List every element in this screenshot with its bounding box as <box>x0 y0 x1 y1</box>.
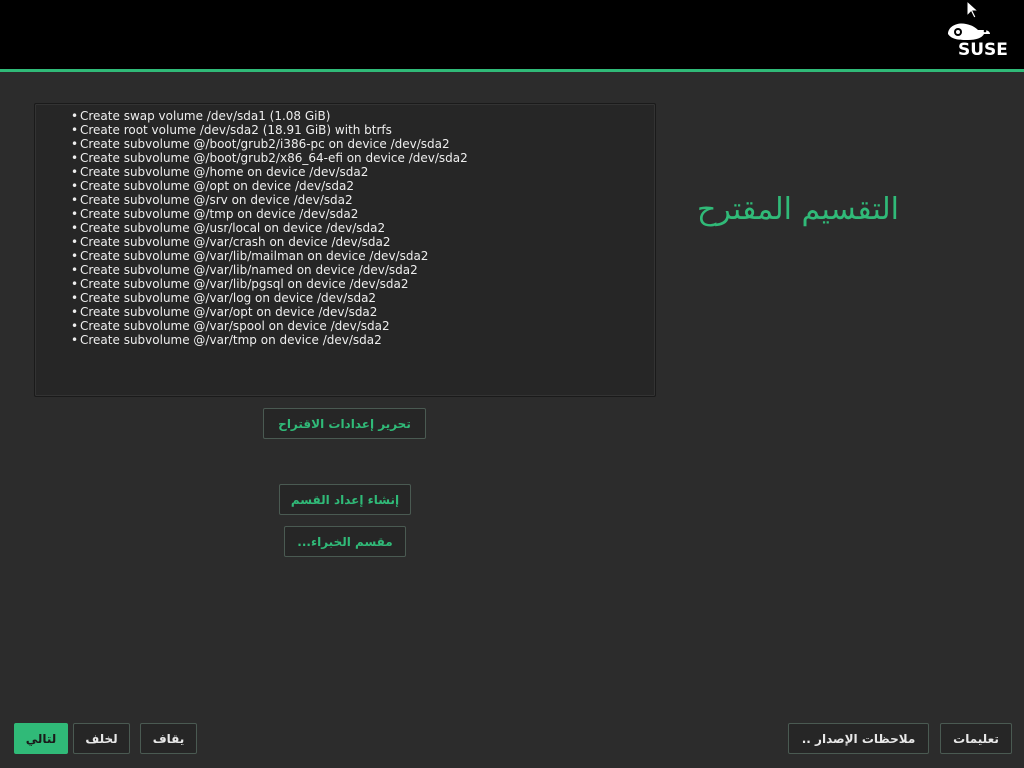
proposal-item-text: Create subvolume @/var/crash on device /… <box>80 235 391 249</box>
proposal-item-text: Create subvolume @/var/opt on device /de… <box>80 305 378 319</box>
proposal-list-item: • Create subvolume @/tmp on device /dev/s… <box>71 207 655 221</box>
proposal-item-text: Create subvolume @/home on device /dev/s… <box>80 165 369 179</box>
proposal-list-item: • Create swap volume /dev/sda1 (1.08 GiB) <box>71 109 655 123</box>
proposal-item-text: Create subvolume @/var/lib/named on devi… <box>80 263 418 277</box>
bullet-icon: • <box>71 221 79 235</box>
bullet-icon: • <box>71 151 79 165</box>
back-button[interactable]: لخلف <box>73 723 130 754</box>
proposal-list-item: • Create subvolume @/boot/grub2/x86_64-ef… <box>71 151 655 165</box>
proposal-list-item: • Create subvolume @/var/lib/pgsql on dev… <box>71 277 655 291</box>
proposal-list-item: • Create subvolume @/srv on device /dev/s… <box>71 193 655 207</box>
proposal-list-item: • Create subvolume @/home on device /dev/… <box>71 165 655 179</box>
proposal-item-text: Create subvolume @/var/log on device /de… <box>80 291 377 305</box>
bullet-icon: • <box>71 137 79 151</box>
bullet-icon: • <box>71 277 79 291</box>
proposal-list-item: • Create subvolume @/var/log on device /d… <box>71 291 655 305</box>
page-title: التقسيم المقترح <box>697 192 899 227</box>
proposal-list-item: • Create subvolume @/var/spool on device … <box>71 319 655 333</box>
proposal-item-text: Create subvolume @/var/tmp on device /de… <box>80 333 382 347</box>
release-notes-button[interactable]: ملاحظات الإصدار .. <box>788 723 929 754</box>
proposal-item-text: Create subvolume @/boot/grub2/i386-pc on… <box>80 137 450 151</box>
bullet-icon: • <box>71 123 79 137</box>
proposal-list-item: • Create root volume /dev/sda2 (18.91 GiB… <box>71 123 655 137</box>
bullet-icon: • <box>71 109 79 123</box>
next-button[interactable]: لتالي <box>14 723 68 754</box>
header-accent-line <box>0 69 1024 72</box>
proposal-item-text: Create subvolume @/var/lib/mailman on de… <box>80 249 429 263</box>
bullet-icon: • <box>71 193 79 207</box>
header-bar: SUSE <box>0 0 1024 69</box>
proposal-list-item: • Create subvolume @/var/lib/mailman on d… <box>71 249 655 263</box>
proposal-list: • Create swap volume /dev/sda1 (1.08 GiB)… <box>35 104 655 347</box>
expert-partitioner-button[interactable]: مقسم الخبراء... <box>284 526 406 557</box>
proposal-item-text: Create subvolume @/opt on device /dev/sd… <box>80 179 354 193</box>
create-partition-setup-button[interactable]: إنشاء إعداد القسم <box>279 484 411 515</box>
proposal-item-text: Create subvolume @/boot/grub2/x86_64-efi… <box>80 151 468 165</box>
bullet-icon: • <box>71 305 79 319</box>
bullet-icon: • <box>71 333 79 347</box>
proposal-item-text: Create subvolume @/srv on device /dev/sd… <box>80 193 353 207</box>
proposal-list-item: • Create subvolume @/var/tmp on device /d… <box>71 333 655 347</box>
bullet-icon: • <box>71 235 79 249</box>
proposal-item-text: Create subvolume @/usr/local on device /… <box>80 221 386 235</box>
bullet-icon: • <box>71 249 79 263</box>
logo-text: SUSE <box>958 40 1008 58</box>
proposal-list-item: • Create subvolume @/var/opt on device /d… <box>71 305 655 319</box>
bullet-icon: • <box>71 291 79 305</box>
proposal-item-text: Create subvolume @/tmp on device /dev/sd… <box>80 207 359 221</box>
bullet-icon: • <box>71 207 79 221</box>
proposal-item-text: Create swap volume /dev/sda1 (1.08 GiB) <box>80 109 331 123</box>
proposal-list-item: • Create subvolume @/boot/grub2/i386-pc o… <box>71 137 655 151</box>
proposal-list-item: • Create subvolume @/opt on device /dev/s… <box>71 179 655 193</box>
bullet-icon: • <box>71 319 79 333</box>
proposal-list-item: • Create subvolume @/usr/local on device … <box>71 221 655 235</box>
edit-proposal-settings-button[interactable]: تحرير إعدادات الاقتراح <box>263 408 426 439</box>
proposal-item-text: Create subvolume @/var/spool on device /… <box>80 319 390 333</box>
proposal-summary-box[interactable]: • Create swap volume /dev/sda1 (1.08 GiB)… <box>34 103 656 397</box>
mouse-cursor-icon <box>966 0 980 19</box>
proposal-list-item: • Create subvolume @/var/lib/named on dev… <box>71 263 655 277</box>
bullet-icon: • <box>71 263 79 277</box>
bullet-icon: • <box>71 165 79 179</box>
proposal-list-item: • Create subvolume @/var/crash on device … <box>71 235 655 249</box>
proposal-item-text: Create root volume /dev/sda2 (18.91 GiB)… <box>80 123 392 137</box>
proposal-item-text: Create subvolume @/var/lib/pgsql on devi… <box>80 277 409 291</box>
bullet-icon: • <box>71 179 79 193</box>
help-button[interactable]: تعليمات <box>940 723 1012 754</box>
suse-logo: SUSE <box>948 23 1008 58</box>
abort-button[interactable]: يقاف <box>140 723 197 754</box>
